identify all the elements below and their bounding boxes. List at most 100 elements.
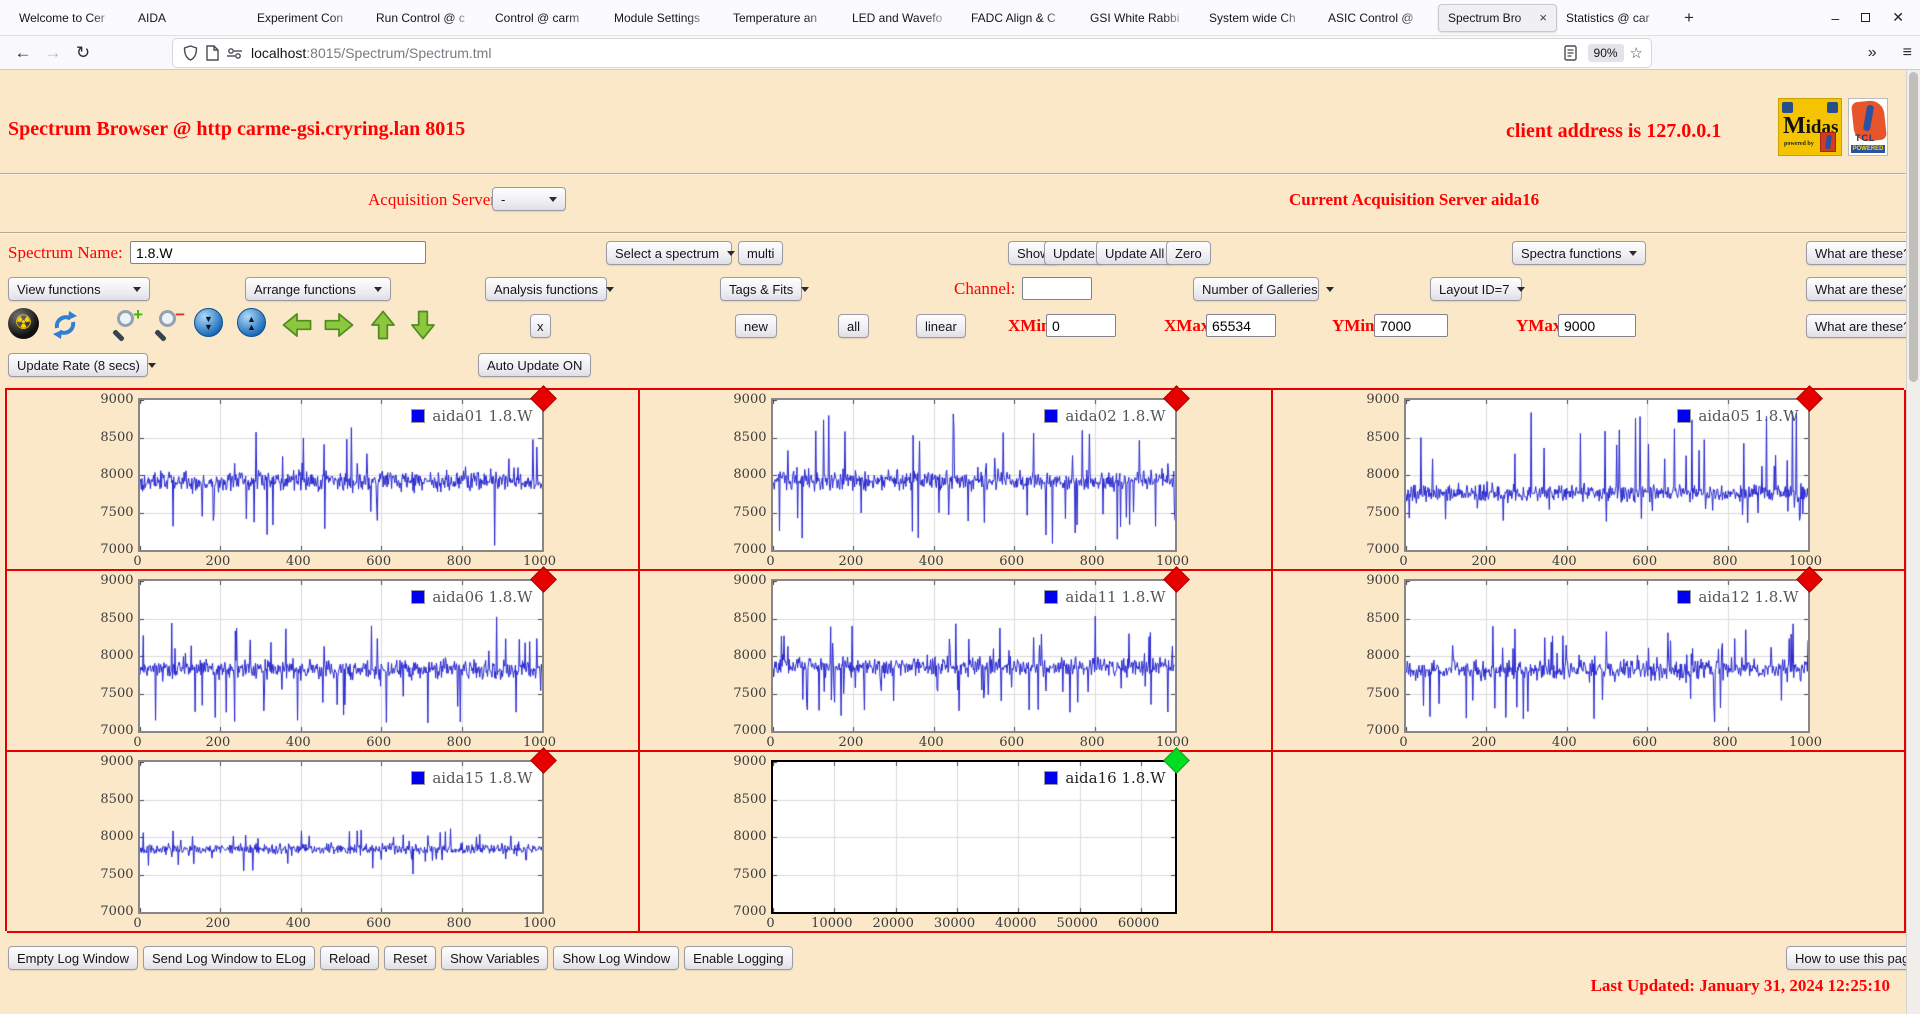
what-are-these-button-2[interactable]: What are these? [1806, 277, 1920, 301]
show-variables-button[interactable]: Show Variables [441, 946, 549, 970]
refresh-icon[interactable] [48, 308, 82, 342]
new-tab-button[interactable]: + [1676, 5, 1702, 31]
spectrum-plot-cell-aida01[interactable]: 7000 7500 8000 8500 9000 aida01 1.8.W 0 200 400 6… [7, 385, 640, 571]
plot-area[interactable]: aida02 1.8.W [770, 385, 1190, 552]
legend-label: aida05 1.8.W [1698, 407, 1799, 425]
enable-logging-button[interactable]: Enable Logging [684, 946, 793, 970]
browser-tab-active[interactable]: Spectrum Bro × [1438, 3, 1557, 32]
update-rate-dropdown[interactable]: Update Rate (8 secs) [8, 353, 156, 377]
close-window-button[interactable]: ✕ [1892, 9, 1904, 26]
permissions-icon[interactable] [223, 46, 245, 60]
browser-tab[interactable]: ASIC Control @ [1319, 4, 1438, 32]
xmin-input[interactable] [1046, 314, 1116, 337]
how-to-use-button[interactable]: How to use this page [1786, 946, 1920, 970]
scrollbar-thumb[interactable] [1909, 72, 1918, 382]
analysis-functions-dropdown[interactable]: Analysis functions [485, 277, 615, 301]
number-of-galleries-dropdown[interactable]: Number of Galleries [1193, 277, 1334, 301]
browser-tab[interactable]: LED and Wavefo [843, 4, 962, 32]
ymin-input[interactable] [1374, 314, 1448, 337]
page-info-icon[interactable] [201, 45, 223, 61]
empty-log-window-button[interactable]: Empty Log Window [8, 946, 138, 970]
spectrum-plot-cell-aida15[interactable]: 7000 7500 8000 8500 9000 aida15 1.8.W 0 200 400 6… [7, 747, 640, 933]
spectrum-plot-cell-aida12[interactable]: 7000 7500 8000 8500 9000 aida12 1.8.W 0 200 400 6… [1273, 566, 1906, 752]
plot-area[interactable]: aida15 1.8.W [137, 747, 557, 914]
app-menu-icon[interactable]: ≡ [1903, 44, 1912, 62]
view-functions-dropdown[interactable]: View functions [8, 277, 150, 301]
send-log-window-to-elog-button[interactable]: Send Log Window to ELog [143, 946, 315, 970]
browser-tab[interactable]: Experiment Con [248, 4, 367, 32]
radioactive-icon[interactable]: ☢ [8, 308, 39, 339]
what-are-these-button-3[interactable]: What are these? [1806, 314, 1920, 338]
minimize-button[interactable]: – [1831, 10, 1839, 26]
maximize-button[interactable] [1861, 13, 1871, 22]
browser-tab[interactable]: FADC Align & C [962, 4, 1081, 32]
url-bar[interactable]: localhost:8015/Spectrum/Spectrum.tml 90%… [173, 39, 1651, 67]
spectrum-plot-cell-aida06[interactable]: 7000 7500 8000 8500 9000 aida06 1.8.W 0 200 400 6… [7, 566, 640, 752]
arrow-up-icon[interactable] [366, 308, 400, 342]
plot-area[interactable]: aida06 1.8.W [137, 566, 557, 733]
zoom-level-badge[interactable]: 90% [1587, 44, 1624, 62]
reload-button[interactable]: ↻ [70, 43, 96, 63]
plot-area[interactable]: aida05 1.8.W [1403, 385, 1823, 552]
arrange-functions-dropdown[interactable]: Arrange functions [245, 277, 391, 301]
arrow-left-icon[interactable] [280, 308, 314, 342]
tab-close-icon[interactable]: × [1539, 10, 1547, 25]
chevron-down-icon [133, 286, 141, 292]
scroll-up-icon[interactable]: ▲ ▲ [237, 308, 266, 337]
browser-tab[interactable]: Welcome to Cer [10, 4, 129, 32]
all-button[interactable]: all [838, 314, 870, 338]
url-text[interactable]: localhost:8015/Spectrum/Spectrum.tml [251, 45, 1560, 61]
select-spectrum-dropdown[interactable]: Select a spectrum [606, 241, 736, 265]
browser-tab[interactable]: AIDA [129, 4, 248, 32]
multi-button[interactable]: multi [738, 241, 784, 265]
plot-area[interactable]: aida16 1.8.W [770, 747, 1190, 914]
update-all-button[interactable]: Update All [1096, 241, 1174, 265]
tags-fits-dropdown[interactable]: Tags & Fits [720, 277, 810, 301]
xmax-input[interactable] [1206, 314, 1276, 337]
channel-input[interactable] [1022, 277, 1092, 300]
spectrum-plot-cell-aida11[interactable]: 7000 7500 8000 8500 9000 aida11 1.8.W 0 200 400 6… [640, 566, 1273, 752]
overflow-menu-icon[interactable]: » [1868, 44, 1877, 62]
zoom-out-icon[interactable]: − [152, 305, 186, 342]
browser-tab[interactable]: Control @ carm [486, 4, 605, 32]
reload-button[interactable]: Reload [319, 946, 380, 970]
spectrum-plot-cell-aida02[interactable]: 7000 7500 8000 8500 9000 aida02 1.8.W 0 200 400 6… [640, 385, 1273, 571]
browser-tab[interactable]: Statistics @ car [1557, 4, 1676, 32]
arrow-right-icon[interactable] [322, 308, 356, 342]
plot-area[interactable]: aida12 1.8.W [1403, 566, 1823, 733]
page-scrollbar[interactable] [1906, 70, 1920, 1014]
what-are-these-button-1[interactable]: What are these? [1806, 241, 1920, 265]
zoom-in-icon[interactable]: + [110, 305, 144, 342]
acquisition-server-select[interactable]: - [492, 187, 566, 211]
show-log-window-button[interactable]: Show Log Window [553, 946, 680, 970]
layout-id-dropdown[interactable]: Layout ID=7 [1430, 277, 1526, 301]
bookmark-star-icon[interactable]: ☆ [1630, 44, 1643, 62]
spectrum-plot-cell-aida05[interactable]: 7000 7500 8000 8500 9000 aida05 1.8.W 0 200 400 6… [1273, 385, 1906, 571]
reader-mode-icon[interactable] [1560, 45, 1582, 61]
spectra-functions-dropdown[interactable]: Spectra functions [1512, 241, 1646, 265]
zero-button[interactable]: Zero [1166, 241, 1211, 265]
forward-button[interactable]: → [40, 43, 66, 63]
scroll-down-icon[interactable]: ▼ ▼ [194, 308, 223, 337]
arrow-down-icon[interactable] [406, 308, 440, 342]
spectrum-plot-cell-aida16[interactable]: 7000 7500 8000 8500 9000 aida16 1.8.W 0 10000 20… [640, 747, 1273, 933]
update-button[interactable]: Update [1044, 241, 1104, 265]
spectrum-name-input[interactable] [130, 241, 426, 264]
browser-tab[interactable]: GSI White Rabbi [1081, 4, 1200, 32]
ymax-input[interactable] [1558, 314, 1636, 337]
browser-tab[interactable]: Temperature an [724, 4, 843, 32]
browser-tab[interactable]: System wide Ch [1200, 4, 1319, 32]
x-tick-label: 1000 [1788, 554, 1823, 569]
auto-update-button[interactable]: Auto Update ON [478, 353, 592, 377]
browser-tab[interactable]: Module Settings [605, 4, 724, 32]
linear-button[interactable]: linear [916, 314, 966, 338]
reset-button[interactable]: Reset [384, 946, 437, 970]
new-button[interactable]: new [735, 314, 777, 338]
x-tick-label: 0 [766, 916, 775, 931]
plot-area[interactable]: aida11 1.8.W [770, 566, 1190, 733]
plot-area[interactable]: aida01 1.8.W [137, 385, 557, 552]
shield-icon[interactable] [179, 45, 201, 61]
back-button[interactable]: ← [10, 43, 36, 63]
x-button[interactable]: x [530, 314, 551, 338]
browser-tab[interactable]: Run Control @ c [367, 4, 486, 32]
